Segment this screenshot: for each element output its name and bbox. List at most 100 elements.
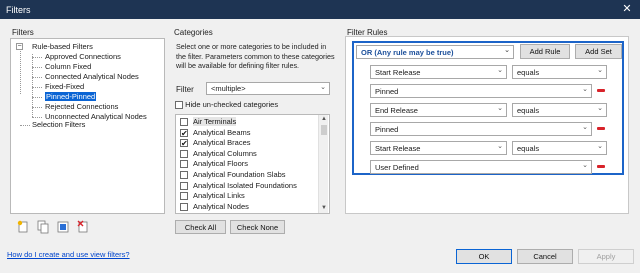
chevron-down-icon: ⌄: [597, 143, 603, 150]
rule-parameter-dropdown[interactable]: Start Release ⌄: [370, 141, 507, 155]
checkbox-checked[interactable]: ✔: [180, 139, 188, 148]
cancel-button[interactable]: Cancel: [517, 249, 573, 264]
rule-operator-dropdown-value: equals: [517, 105, 540, 115]
category-item[interactable]: Analytical Nodes: [180, 202, 249, 212]
check-all-button[interactable]: Check All: [175, 220, 226, 234]
add-rule-button[interactable]: Add Rule: [520, 44, 570, 59]
rule-operator-dropdown-value: equals: [517, 143, 540, 153]
ok-button[interactable]: OK: [456, 249, 512, 264]
tree-item-label: Pinned-Pinned: [45, 92, 97, 101]
chevron-down-icon: ⌄: [497, 143, 503, 150]
checkbox[interactable]: [180, 149, 188, 158]
tree-item-filter[interactable]: Connected Analytical Nodes: [45, 72, 139, 82]
checkbox-checked[interactable]: ✔: [180, 128, 188, 137]
tree-item-filter[interactable]: Column Fixed: [45, 62, 91, 72]
rule-operator-dropdown-value: equals: [517, 67, 540, 77]
chevron-down-icon: ⌄: [597, 67, 603, 74]
chevron-down-icon: ⌄: [582, 124, 588, 131]
rule-logic-dropdown[interactable]: OR (Any rule may be true) ⌄: [356, 45, 514, 59]
rule-parameter-dropdown[interactable]: End Release ⌄: [370, 103, 507, 117]
window-title: Filters: [6, 4, 31, 15]
new-filter-icon[interactable]: [17, 220, 29, 234]
checkbox[interactable]: [180, 160, 188, 169]
remove-rule-icon[interactable]: [597, 127, 605, 130]
collapse-icon[interactable]: −: [16, 43, 23, 50]
tree-item-label: Rejected Connections: [45, 102, 119, 111]
categories-scrollbar[interactable]: ▲ ▼: [318, 115, 328, 213]
category-item[interactable]: Analytical Floors: [180, 159, 248, 169]
tree-item-rule-based-filters[interactable]: Rule-based Filters: [32, 42, 93, 52]
checkbox[interactable]: [180, 118, 188, 127]
close-icon[interactable]: ✕: [620, 2, 634, 16]
chevron-down-icon: ⌄: [582, 162, 588, 169]
rule-parameter-dropdown-value: End Release: [375, 105, 418, 115]
category-label: Analytical Braces: [193, 138, 251, 148]
rule-operator-dropdown[interactable]: equals ⌄: [512, 103, 607, 117]
chevron-down-icon: ⌄: [597, 105, 603, 112]
categories-heading: Categories: [174, 28, 213, 37]
rule-logic-value: OR (Any rule may be true): [361, 47, 454, 57]
tree-item-selection-filters[interactable]: Selection Filters: [32, 120, 85, 130]
rule-parameter-dropdown-value: Start Release: [375, 143, 421, 153]
category-label: Analytical Foundation Slabs: [193, 170, 286, 179]
rule-value-dropdown-value: User Defined: [375, 162, 419, 172]
rule-parameter-dropdown-value: Start Release: [375, 67, 421, 77]
rule-operator-dropdown[interactable]: equals ⌄: [512, 65, 607, 79]
category-label: Analytical Nodes: [193, 201, 249, 211]
category-label: Analytical Links: [193, 191, 245, 201]
category-filter-value: <multiple>: [211, 84, 246, 93]
category-item[interactable]: Air Terminals: [180, 117, 237, 127]
category-item[interactable]: Analytical Foundation Slabs: [180, 170, 286, 180]
tree-item-label: Connected Analytical Nodes: [45, 72, 139, 81]
checkbox[interactable]: [180, 202, 188, 211]
remove-rule-icon[interactable]: [597, 89, 605, 92]
remove-rule-icon[interactable]: [597, 165, 605, 168]
tree-item-filter[interactable]: Rejected Connections: [45, 102, 118, 112]
category-item[interactable]: Analytical Links: [180, 191, 245, 201]
rule-parameter-dropdown[interactable]: Start Release ⌄: [370, 65, 507, 79]
chevron-down-icon: ⌄: [497, 105, 503, 112]
category-item[interactable]: Analytical Isolated Foundations: [180, 181, 297, 191]
category-label: Analytical Beams: [193, 127, 251, 137]
duplicate-icon[interactable]: [37, 220, 49, 234]
add-set-button[interactable]: Add Set: [575, 44, 622, 59]
chevron-down-icon: ⌄: [504, 47, 510, 54]
checkbox[interactable]: [180, 181, 188, 190]
rule-value-dropdown[interactable]: User Defined ⌄: [370, 160, 592, 174]
checkbox[interactable]: [180, 192, 188, 201]
chevron-down-icon: ⌄: [497, 67, 503, 74]
delete-icon[interactable]: [77, 220, 89, 234]
checkbox[interactable]: [180, 171, 188, 180]
category-label: Analytical Isolated Foundations: [193, 180, 297, 190]
hide-unchecked-label: Hide un-checked categories: [185, 100, 279, 109]
tree-item-label: Approved Connections: [45, 52, 121, 61]
help-link[interactable]: How do I create and use view filters?: [7, 250, 130, 259]
apply-button[interactable]: Apply: [578, 249, 634, 264]
categories-description: Select one or more categories to be incl…: [176, 42, 335, 70]
tree-item-filter[interactable]: Pinned-Pinned: [45, 92, 97, 102]
category-label: Analytical Columns: [193, 148, 257, 158]
category-item[interactable]: Analytical Columns: [180, 149, 257, 159]
check-none-button[interactable]: Check None: [230, 220, 285, 234]
scroll-thumb[interactable]: [321, 125, 327, 135]
categories-list: ▲ ▼ Air Terminals ✔ Analytical Beams ✔ Analy…: [176, 115, 328, 213]
rule-operator-dropdown[interactable]: equals ⌄: [512, 141, 607, 155]
rule-value-dropdown-value: Pinned: [375, 124, 399, 134]
hide-unchecked-checkbox[interactable]: Hide un-checked categories: [175, 100, 278, 110]
rule-value-dropdown[interactable]: Pinned ⌄: [370, 84, 592, 98]
chevron-down-icon: ⌄: [320, 84, 326, 91]
category-filter-dropdown[interactable]: <multiple> ⌄: [206, 82, 330, 95]
checkbox[interactable]: [175, 101, 183, 110]
tree-item-label: Column Fixed: [45, 62, 92, 71]
tree-item-filter[interactable]: Fixed-Fixed: [45, 82, 84, 92]
filters-tree: − Rule-based Filters Approved Connection…: [14, 40, 160, 212]
rule-value-dropdown[interactable]: Pinned ⌄: [370, 122, 592, 136]
chevron-down-icon: ⌄: [582, 86, 588, 93]
tree-item-filter[interactable]: Approved Connections: [45, 52, 121, 62]
category-item[interactable]: ✔ Analytical Beams: [180, 128, 251, 138]
rename-icon[interactable]: [57, 220, 69, 234]
scroll-up-icon[interactable]: ▲: [319, 115, 328, 124]
scroll-down-icon[interactable]: ▼: [319, 204, 328, 213]
rule-value-dropdown-value: Pinned: [375, 86, 399, 96]
category-item[interactable]: ✔ Analytical Braces: [180, 138, 251, 148]
